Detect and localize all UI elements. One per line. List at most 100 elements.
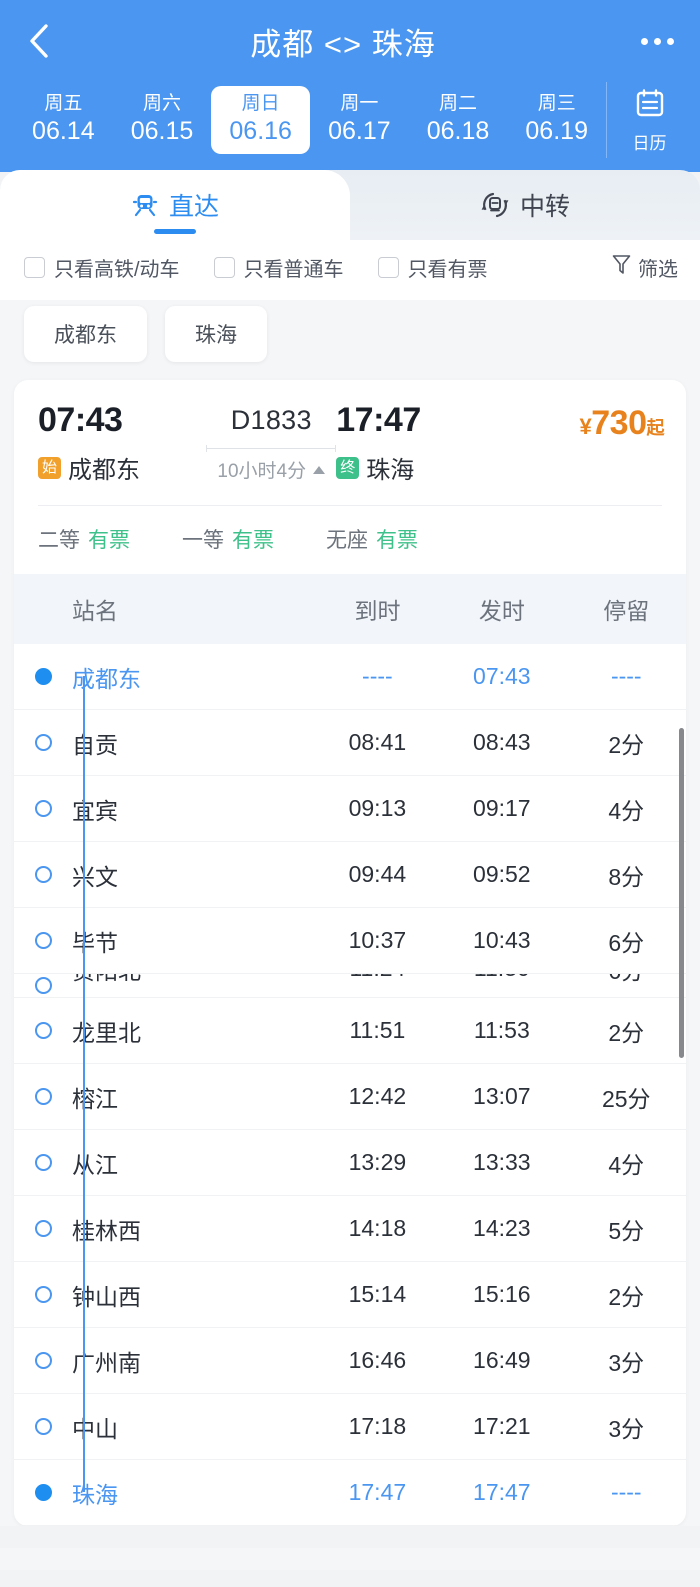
departure-station-line: 始 成都东	[38, 450, 206, 485]
stop-dot-slot	[14, 1088, 72, 1106]
stop-stay-duration: 25分	[601, 1085, 651, 1112]
stop-arrive-time: 10:37	[348, 927, 407, 954]
departure-time: 07:43	[38, 401, 123, 439]
stop-stay-duration: 3分	[608, 1415, 645, 1442]
seat-standing[interactable]: 无座 有票	[326, 524, 418, 554]
stop-dot-icon	[34, 1088, 52, 1106]
tab-direct[interactable]: 直达	[0, 170, 350, 240]
stop-stay-duration: 2分	[608, 1019, 645, 1046]
tab-transfer-label: 中转	[519, 193, 570, 221]
table-row[interactable]: 自贡 08:41 08:43 2分	[14, 710, 686, 777]
date-list: 周五 06.14 周六 06.15 周日 06.16 周一 06.17 周二 0…	[14, 82, 606, 158]
calendar-label: 日历	[632, 133, 667, 153]
stop-depart-time: 15:16	[473, 1281, 531, 1308]
stops-table: 站名 到时 发时 停留 成都东 ---- 07:43 ---- 自贡 08:41…	[14, 574, 686, 1527]
table-row[interactable]: 兴文 09:44 09:52 8分	[14, 842, 686, 909]
date-number: 06.17	[328, 116, 391, 145]
date-weekday: 周三	[537, 92, 576, 114]
stop-arrive-time: ----	[362, 663, 393, 690]
table-row[interactable]: 钟山西 15:14 15:16 2分	[14, 1262, 686, 1329]
date-item-3[interactable]: 周一 06.17	[310, 86, 409, 155]
stop-dot-slot	[14, 1022, 72, 1040]
checkbox-box-icon[interactable]	[213, 256, 235, 278]
stop-depart-time: 09:17	[473, 795, 531, 822]
table-row[interactable]: 广州南 16:46 16:49 3分	[14, 1328, 686, 1395]
date-weekday: 周五	[44, 92, 83, 114]
table-row[interactable]: 珠海 17:47 17:47 ----	[14, 1460, 686, 1527]
station-chip-origin[interactable]: 成都东	[24, 306, 147, 362]
seat-status: 有票	[232, 529, 274, 553]
checkbox-available-tickets-only[interactable]: 只看有票	[377, 253, 488, 282]
stop-depart-time: 13:33	[473, 1149, 531, 1176]
calendar-button[interactable]: 日历	[606, 82, 692, 158]
stop-depart-time: 17:21	[473, 1413, 531, 1440]
origin-badge: 始	[38, 457, 62, 479]
stop-dot-slot	[14, 1220, 72, 1238]
date-item-5[interactable]: 周三 06.19	[507, 86, 606, 155]
table-row-clipped[interactable]: 贵阳北 11:24 11:30 6分	[14, 974, 686, 999]
table-row[interactable]: 中山 17:18 17:21 3分	[14, 1394, 686, 1461]
train-result-card[interactable]: 07:43 始 成都东 D1833 10小时4分 17:47 终 珠海 ¥730…	[14, 380, 686, 1527]
stops-table-header: 站名 到时 发时 停留	[14, 574, 686, 645]
stop-stay-duration: 6分	[567, 974, 686, 986]
stop-depart-time: 16:49	[473, 1347, 531, 1374]
date-number: 06.19	[525, 116, 588, 145]
stop-station-cell: 龙里北	[14, 1014, 318, 1048]
date-item-4[interactable]: 周二 06.18	[409, 86, 508, 155]
departure-station-name: 成都东	[68, 457, 141, 485]
duration-text: 10小时4分	[217, 461, 307, 482]
transfer-train-icon	[480, 190, 510, 220]
stop-depart-time: 17:47	[473, 1479, 531, 1506]
stop-station-cell: 桂林西	[14, 1212, 318, 1246]
stop-station-cell: 钟山西	[14, 1278, 318, 1312]
stop-dot-icon	[34, 1220, 52, 1238]
table-row[interactable]: 从江 13:29 13:33 4分	[14, 1130, 686, 1197]
stop-dot-slot	[14, 668, 72, 686]
stop-arrive-time: 16:46	[348, 1347, 407, 1374]
stop-depart-time: 13:07	[473, 1083, 531, 1110]
more-options-icon[interactable]	[626, 21, 674, 61]
table-row[interactable]: 毕节 10:37 10:43 6分	[14, 908, 686, 975]
checkbox-high-speed-only[interactable]: 只看高铁/动车	[24, 253, 180, 282]
route-rail-line	[83, 676, 85, 1493]
column-header-arrive: 到时	[354, 598, 401, 625]
date-item-0[interactable]: 周五 06.14	[14, 86, 113, 155]
date-item-2-selected[interactable]: 周日 06.16	[211, 85, 311, 155]
stop-station-name: 珠海	[72, 1481, 118, 1508]
date-item-1[interactable]: 周六 06.15	[113, 86, 212, 155]
caret-up-icon[interactable]	[313, 465, 326, 474]
tab-transfer[interactable]: 中转	[350, 170, 700, 240]
column-header-stay: 停留	[603, 598, 650, 625]
station-chip-destination[interactable]: 珠海	[165, 306, 267, 362]
checkbox-normal-train-only[interactable]: 只看普通车	[213, 253, 344, 282]
stop-stay-duration: ----	[610, 663, 642, 690]
table-row[interactable]: 桂林西 14:18 14:23 5分	[14, 1196, 686, 1263]
duration-row[interactable]: 10小时4分	[217, 456, 326, 483]
table-row[interactable]: 成都东 ---- 07:43 ----	[14, 644, 686, 711]
stop-dot-icon	[34, 1286, 52, 1304]
seat-second-class[interactable]: 二等 有票	[38, 524, 130, 554]
stop-stay-duration: 2分	[608, 731, 645, 758]
stop-dot-icon	[34, 668, 52, 686]
stop-station-cell: 从江	[14, 1146, 318, 1180]
price-block: ¥730起	[517, 402, 665, 443]
filter-button[interactable]: 筛选	[612, 253, 678, 282]
stop-dot-slot	[14, 800, 72, 818]
stop-arrive-time: 11:24	[318, 974, 437, 982]
checkbox-box-icon[interactable]	[24, 256, 45, 278]
stop-dot-icon	[34, 800, 52, 818]
stop-depart-time: 14:23	[473, 1215, 531, 1242]
date-weekday: 周六	[143, 92, 182, 114]
checkbox-label: 只看有票	[407, 258, 488, 281]
seat-first-class[interactable]: 一等 有票	[182, 524, 274, 554]
stop-station-name: 榕江	[72, 1085, 118, 1112]
table-row[interactable]: 宜宾 09:13 09:17 4分	[14, 776, 686, 843]
trip-type-tabs: 直达 中转	[0, 170, 700, 240]
checkbox-box-icon[interactable]	[377, 256, 399, 278]
stop-dot-icon	[34, 866, 52, 884]
seat-status: 有票	[88, 529, 130, 553]
stop-station-name: 兴文	[72, 863, 118, 890]
vertical-scrollbar[interactable]	[679, 728, 684, 1059]
table-row[interactable]: 榕江 12:42 13:07 25分	[14, 1064, 686, 1131]
table-row[interactable]: 龙里北 11:51 11:53 2分	[14, 998, 686, 1065]
